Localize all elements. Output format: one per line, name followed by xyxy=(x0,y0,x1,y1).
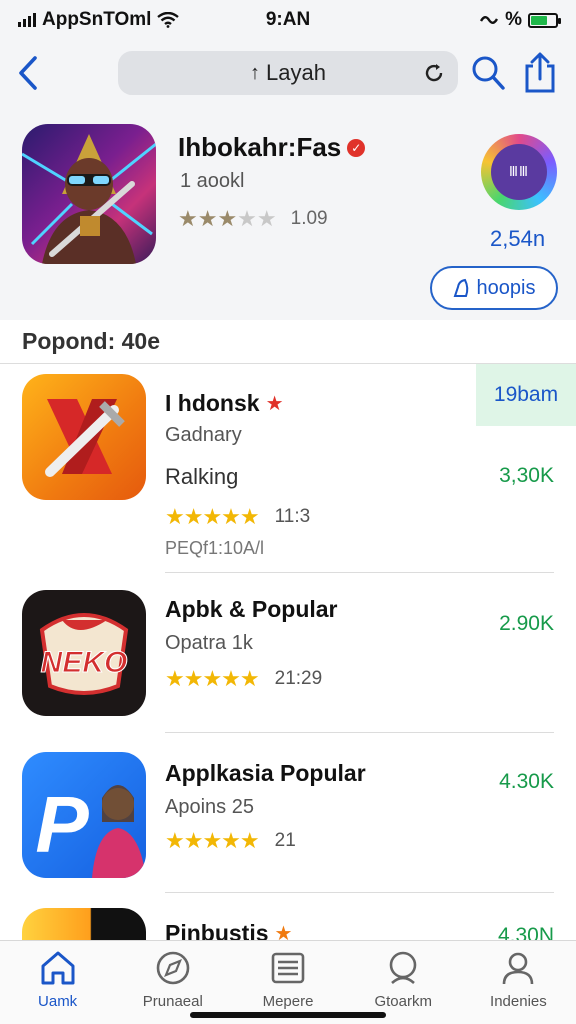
star-rating-icon: ★★★★★ xyxy=(165,828,260,853)
verified-icon: ✓ xyxy=(347,138,366,157)
person-icon xyxy=(503,952,534,985)
app-rating-value: 11:3 xyxy=(274,506,311,527)
app-subtitle: Ralking xyxy=(165,464,239,489)
tab-label: Gtoarkm xyxy=(374,993,432,1010)
list-item[interactable]: P Applkasia Popular Apoins 25 ★★★★★ 21 4… xyxy=(0,732,576,893)
star-icon: ★ xyxy=(265,393,284,415)
carrier-label: AppSnTOml xyxy=(42,9,152,30)
featured-count: 2,54n xyxy=(490,226,546,251)
section-title: Popond: 40e xyxy=(0,320,576,364)
featured-app[interactable]: Ihbokahr:Fas ✓ 1 aookl ★★★★★ 1.09 ⅢⅢ 2,5… xyxy=(0,110,576,320)
app-icon[interactable]: NEKO xyxy=(22,590,146,716)
address-text: Layah xyxy=(266,60,326,85)
featured-rating-value: 1.09 xyxy=(290,208,328,229)
app-rating: ★★★★★ 21 xyxy=(165,828,296,854)
list-icon xyxy=(271,952,305,984)
star-rating-icon: ★★★★★ xyxy=(178,206,277,231)
warrior-artwork xyxy=(22,134,156,264)
app-title: Apbk & Popular xyxy=(165,596,338,623)
home-icon xyxy=(41,951,75,985)
battery-percent: % xyxy=(505,9,522,30)
list-item[interactable]: NEKO Apbk & Popular Opatra 1k ★★★★★ 21:2… xyxy=(0,574,576,733)
app-title-text: Apbk & Popular xyxy=(165,596,338,622)
search-icon xyxy=(389,951,417,984)
app-downloads: 2.90K xyxy=(499,612,554,635)
cellular-signal-icon xyxy=(18,13,36,27)
app-icon[interactable] xyxy=(22,374,146,500)
compass-icon xyxy=(156,951,190,985)
featured-action-button[interactable]: hoopis xyxy=(430,266,558,310)
battery-icon xyxy=(528,12,561,28)
status-time: 9:AN xyxy=(265,9,311,30)
address-bar[interactable]: ↑ Layah xyxy=(118,51,458,95)
app-downloads: 4.30K xyxy=(499,770,554,793)
app-rating-value: 21:29 xyxy=(274,668,323,689)
person-outline-icon xyxy=(453,278,468,297)
neko-text: NEKO xyxy=(41,646,128,679)
search-icon[interactable] xyxy=(470,54,506,92)
star-rating-icon: ★★★★★ xyxy=(165,504,260,529)
app-tag[interactable]: 19bam xyxy=(476,364,576,426)
back-button[interactable] xyxy=(8,50,48,96)
app-rating: ★★★★★ 11:3 xyxy=(165,504,310,530)
app-title-text: Applkasia Popular xyxy=(165,760,366,786)
star-icon: ★ xyxy=(274,923,293,940)
neko-logo: NEKO xyxy=(39,613,129,695)
featured-title-text: Ihbokahr:Fas xyxy=(178,132,342,162)
chevron-left-icon xyxy=(19,56,37,90)
app-icon[interactable] xyxy=(22,908,146,940)
app-category: Apoins 25 xyxy=(165,796,254,818)
app-title-text: I hdonsk xyxy=(165,390,260,416)
link-icon xyxy=(480,16,499,24)
featured-app-icon[interactable] xyxy=(22,124,156,264)
tab-label: Prunaeal xyxy=(142,993,203,1010)
app-icon[interactable]: P xyxy=(22,752,146,878)
status-left: AppSnTOml xyxy=(18,9,218,31)
status-right: % xyxy=(358,9,561,31)
app-category: Gadnary xyxy=(165,424,242,446)
star-rating-icon: ★★★★★ xyxy=(165,666,260,691)
reload-icon[interactable] xyxy=(422,61,446,85)
home-indicator[interactable] xyxy=(190,1012,386,1018)
nav-bar: ↑ Layah xyxy=(0,40,576,110)
app-meta: PEQf1:10A/l xyxy=(165,538,265,558)
tab-home[interactable]: Uamk xyxy=(0,941,115,1024)
sword-icon xyxy=(45,399,125,477)
badge-bars: ⅢⅢ xyxy=(491,144,547,200)
app-title: I hdonsk ★ xyxy=(165,390,284,417)
app-rating-value: 21 xyxy=(274,830,296,851)
status-bar: AppSnTOml 9:AN % xyxy=(0,0,576,40)
share-icon[interactable] xyxy=(522,52,558,94)
tab-label: Indenies xyxy=(490,993,547,1010)
arrow-up-icon: ↑ xyxy=(250,61,261,84)
app-title-text: Pinbustis xyxy=(165,920,269,940)
featured-action-label: hoopis xyxy=(476,276,536,299)
list-item[interactable]: I hdonsk ★ Gadnary Ralking ★★★★★ 11:3 PE… xyxy=(0,364,576,574)
tab-profile[interactable]: Indenies xyxy=(461,941,576,1024)
app-downloads: 3,30K xyxy=(499,464,554,487)
p-logo: P xyxy=(35,780,146,878)
wifi-icon xyxy=(157,12,180,28)
app-title: Applkasia Popular xyxy=(165,760,366,787)
featured-badge[interactable]: ⅢⅢ xyxy=(481,134,557,210)
app-downloads: 4,30N xyxy=(497,924,554,940)
tab-label: Mepere xyxy=(262,993,314,1010)
tab-label: Uamk xyxy=(38,993,78,1010)
list-item[interactable]: Pinbustis ★ 4,30N xyxy=(0,892,576,940)
app-rating: ★★★★★ 21:29 xyxy=(165,666,322,692)
p-letter: P xyxy=(35,780,89,869)
featured-rating: ★★★★★ 1.09 xyxy=(178,206,328,232)
divider xyxy=(165,572,554,573)
app-category: Opatra 1k xyxy=(165,632,253,654)
app-title: Pinbustis ★ xyxy=(165,920,292,940)
featured-subtitle: 1 aookl xyxy=(180,170,245,192)
featured-title: Ihbokahr:Fas ✓ xyxy=(178,132,366,163)
